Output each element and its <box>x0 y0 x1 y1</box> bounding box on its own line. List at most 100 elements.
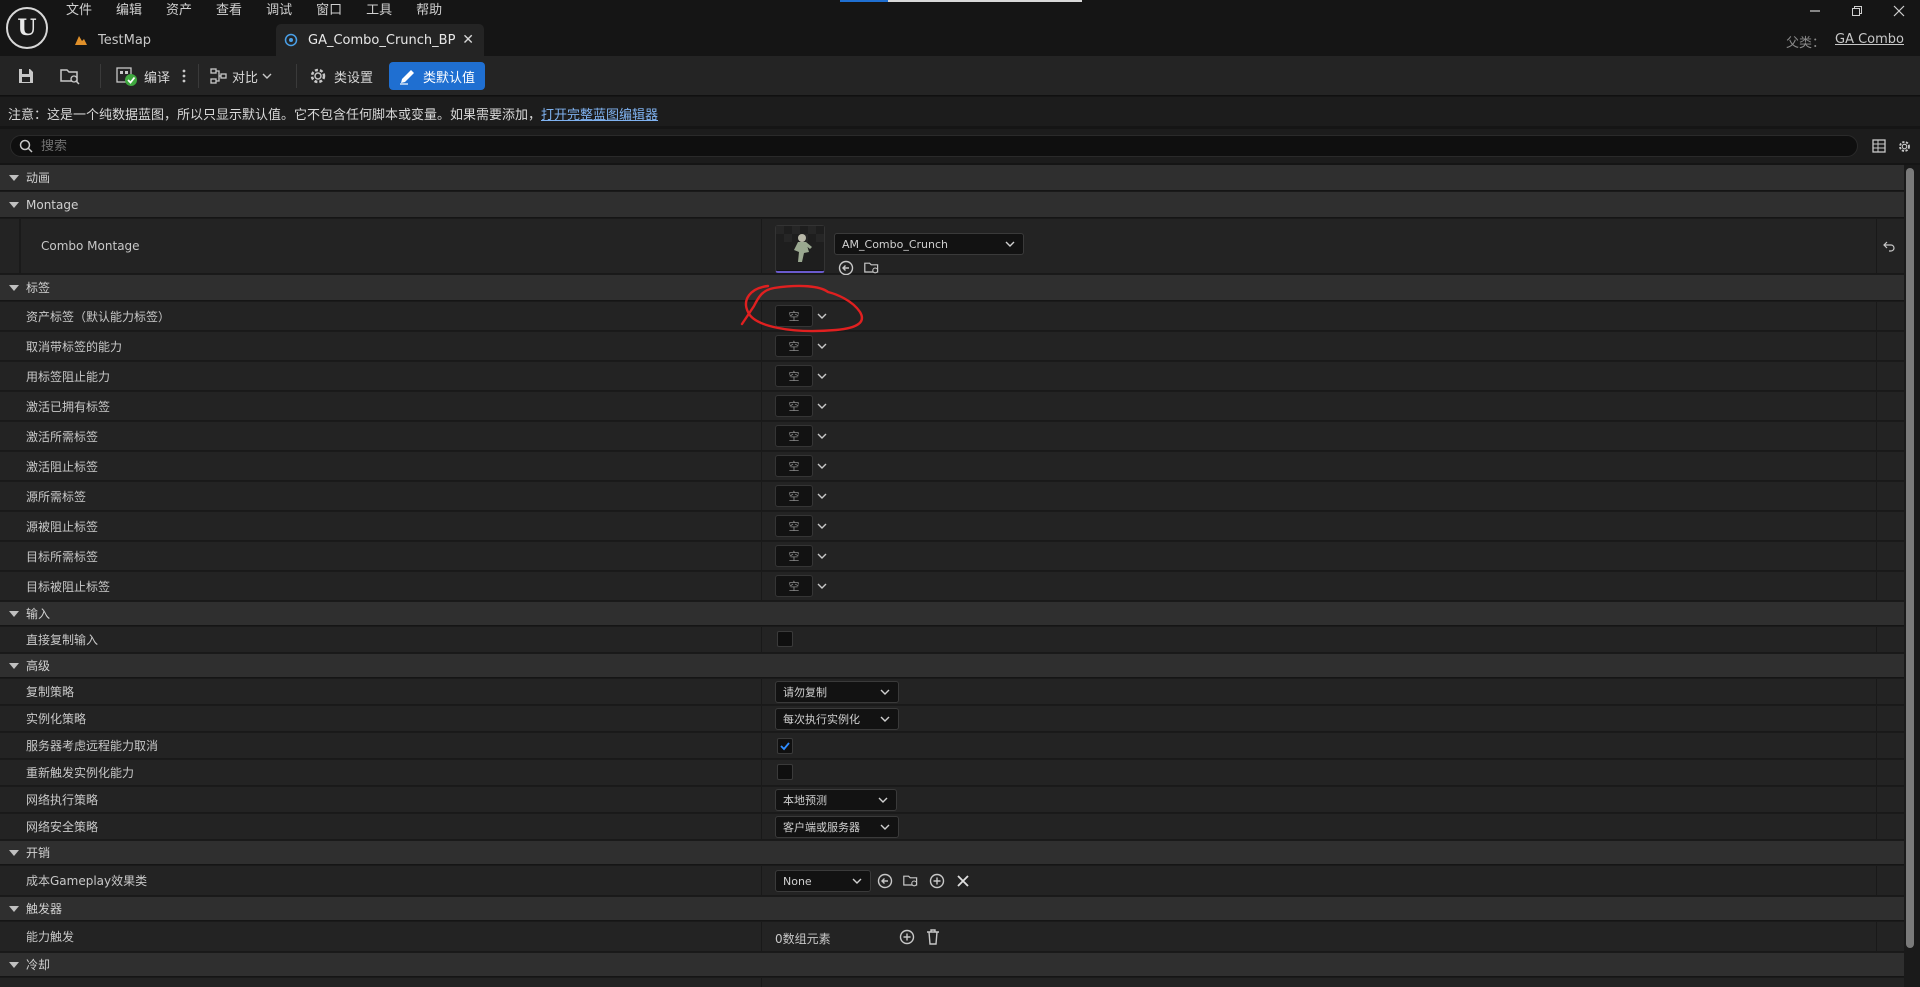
add-element-button[interactable] <box>898 928 916 946</box>
column-divider <box>761 302 762 330</box>
tag-dropdown-button[interactable] <box>816 310 828 322</box>
category-label: 开销 <box>26 846 51 860</box>
net-security-policy-combo[interactable]: 客户端或服务器 <box>775 816 899 838</box>
tag-dropdown-button[interactable] <box>816 430 828 442</box>
column-divider <box>761 978 762 987</box>
checkmark-icon <box>780 742 790 751</box>
menu-debug[interactable]: 调试 <box>266 0 292 22</box>
category-animation[interactable]: 动画 <box>0 165 1904 191</box>
tab-testmap[interactable]: TestMap <box>66 24 276 56</box>
remove-all-elements-button[interactable] <box>924 928 942 946</box>
menu-edit[interactable]: 编辑 <box>116 0 142 22</box>
diff-button[interactable]: 对比 <box>210 62 272 90</box>
close-window-button[interactable] <box>1878 0 1920 22</box>
tag-dropdown-button[interactable] <box>816 520 828 532</box>
tag-dropdown-button[interactable] <box>816 490 828 502</box>
property-row-tag: 取消带标签的能力 空 <box>0 332 1904 361</box>
category-cooldowns[interactable]: 冷却 <box>0 953 1904 977</box>
tag-container-value[interactable]: 空 <box>775 305 813 327</box>
property-row-cooldown-partial <box>0 978 1904 987</box>
instancing-policy-combo[interactable]: 每次执行实例化 <box>775 708 899 730</box>
chevron-down-icon <box>1005 241 1015 247</box>
tag-dropdown-button[interactable] <box>816 370 828 382</box>
tag-dropdown-button[interactable] <box>816 550 828 562</box>
property-label: 用标签阻止能力 <box>26 369 111 384</box>
browse-class-button[interactable] <box>902 872 920 890</box>
retrigger-instanced-checkbox[interactable] <box>777 764 793 780</box>
tag-container-value[interactable]: 空 <box>775 425 813 447</box>
save-button[interactable] <box>14 62 38 90</box>
tag-container-value[interactable]: 空 <box>775 575 813 597</box>
tag-container-value[interactable]: 空 <box>775 545 813 567</box>
property-label: 激活所需标签 <box>26 429 99 444</box>
montage-asset-combo[interactable]: AM_Combo_Crunch <box>834 233 1024 255</box>
create-new-class-button[interactable] <box>928 872 946 890</box>
tag-dropdown-button[interactable] <box>816 340 828 352</box>
tag-container-value[interactable]: 空 <box>775 485 813 507</box>
clear-class-button[interactable] <box>954 872 972 890</box>
use-selected-class-button[interactable] <box>876 872 894 890</box>
category-input[interactable]: 输入 <box>0 602 1904 626</box>
replication-policy-combo[interactable]: 请勿复制 <box>775 681 899 703</box>
class-settings-button[interactable]: 类设置 <box>308 62 373 90</box>
class-defaults-button[interactable]: 类默认值 <box>389 62 486 90</box>
compile-button[interactable]: 编译 <box>116 62 170 90</box>
net-execution-policy-combo[interactable]: 本地预测 <box>775 789 897 811</box>
tag-dropdown-button[interactable] <box>816 580 828 592</box>
chevron-down-icon <box>878 797 888 803</box>
open-full-editor-link[interactable]: 打开完整蓝图编辑器 <box>541 108 658 123</box>
category-triggers[interactable]: 触发器 <box>0 897 1904 921</box>
category-costs[interactable]: 开销 <box>0 841 1904 865</box>
column-divider <box>1876 219 1877 273</box>
property-label: 网络安全策略 <box>26 820 99 834</box>
tag-container-value[interactable]: 空 <box>775 515 813 537</box>
chevron-down-icon <box>817 343 827 349</box>
restore-button[interactable] <box>1836 0 1878 22</box>
menu-tools[interactable]: 工具 <box>366 0 392 22</box>
menu-window[interactable]: 窗口 <box>316 0 342 22</box>
column-divider <box>761 219 762 273</box>
search-box[interactable] <box>10 135 1858 157</box>
menu-file[interactable]: 文件 <box>66 0 92 22</box>
save-icon <box>19 69 33 83</box>
cost-effect-class-combo[interactable]: None <box>775 870 871 892</box>
category-tags[interactable]: 标签 <box>0 275 1904 301</box>
reset-to-default-button[interactable] <box>1880 237 1898 255</box>
chevron-down-icon <box>817 523 827 529</box>
category-advanced[interactable]: 高级 <box>0 654 1904 678</box>
browse-asset-button[interactable] <box>58 62 82 90</box>
asset-thumbnail[interactable] <box>775 225 825 273</box>
parent-class-link[interactable]: GA Combo <box>1835 32 1904 51</box>
server-respects-cancel-checkbox[interactable] <box>777 738 793 754</box>
collapse-arrow-icon <box>9 174 19 181</box>
compile-options-button[interactable] <box>178 62 190 90</box>
tag-container-value[interactable]: 空 <box>775 395 813 417</box>
column-divider <box>761 332 762 360</box>
property-label: 成本Gameplay效果类 <box>26 874 148 888</box>
tag-dropdown-button[interactable] <box>816 460 828 472</box>
settings-button[interactable] <box>1895 137 1913 155</box>
view-options-button[interactable] <box>1870 137 1888 155</box>
property-row-tag: 目标所需标签 空 <box>0 542 1904 571</box>
tag-dropdown-button[interactable] <box>816 400 828 412</box>
replicate-input-checkbox[interactable] <box>777 631 793 647</box>
close-tab-icon[interactable]: ✕ <box>462 32 474 48</box>
chevron-down-icon <box>262 73 272 79</box>
column-divider <box>1876 706 1877 731</box>
collapse-arrow-icon <box>9 610 19 617</box>
menu-view[interactable]: 查看 <box>216 0 242 22</box>
tag-container-value[interactable]: 空 <box>775 365 813 387</box>
tag-container-value[interactable]: 空 <box>775 335 813 357</box>
scrollbar-thumb[interactable] <box>1906 168 1914 948</box>
tab-ga-combo-crunch-bp[interactable]: GA_Combo_Crunch_BP ✕ <box>276 24 484 56</box>
search-input[interactable] <box>41 138 1821 154</box>
menu-asset[interactable]: 资产 <box>166 0 192 22</box>
property-row-tag: 源所需标签 空 <box>0 482 1904 511</box>
tag-container-value[interactable]: 空 <box>775 455 813 477</box>
category-montage[interactable]: Montage <box>0 192 1904 218</box>
minimize-button[interactable] <box>1794 0 1836 22</box>
unreal-logo[interactable]: U <box>6 7 48 49</box>
menu-help[interactable]: 帮助 <box>416 0 442 22</box>
class-settings-label: 类设置 <box>334 70 374 86</box>
column-divider <box>761 922 762 951</box>
